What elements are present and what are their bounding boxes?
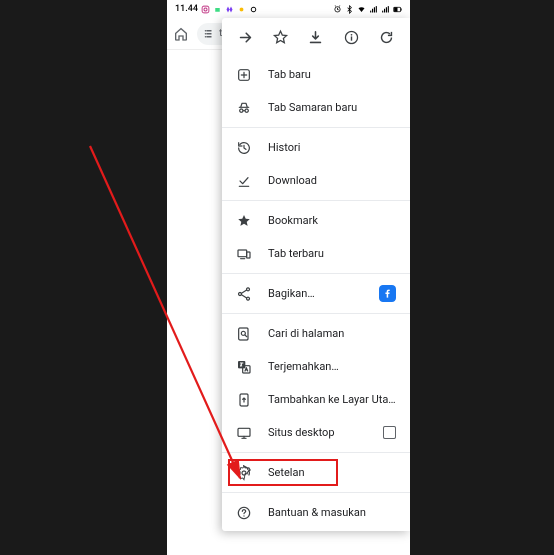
menu-item-label: Download [268, 174, 396, 187]
menu-separator [222, 273, 410, 274]
download-icon[interactable] [307, 29, 324, 46]
devices-icon [236, 246, 252, 262]
incognito-icon [236, 100, 252, 116]
menu-separator [222, 452, 410, 453]
menu-item-gear[interactable]: Setelan [222, 456, 410, 489]
overflow-menu: Tab baru Tab Samaran baru Histori Download B… [222, 18, 410, 531]
menu-item-label: Bantuan & masukan [268, 506, 396, 519]
info-icon[interactable] [343, 29, 360, 46]
menu-item-label: Tab baru [268, 68, 396, 81]
menu-top-row [222, 18, 410, 56]
menu-item-desktop[interactable]: Situs desktop [222, 416, 410, 449]
help-icon [236, 505, 252, 521]
plus-box-icon [236, 67, 252, 83]
menu-item-label: Terjemahkan… [268, 360, 396, 373]
desktop-icon [236, 425, 252, 441]
menu-separator [222, 313, 410, 314]
menu-item-download-done[interactable]: Download [222, 164, 410, 197]
menu-item-star-fill[interactable]: Bookmark [222, 204, 410, 237]
share-icon [236, 286, 252, 302]
phone-frame: 11.44 tei T [167, 0, 410, 555]
menu-item-label: Bookmark [268, 214, 396, 227]
menu-separator [222, 200, 410, 201]
gear-icon [236, 465, 252, 481]
home-icon[interactable] [173, 26, 189, 42]
find-icon [236, 326, 252, 342]
signal-icon-2 [381, 5, 390, 14]
menu-item-label: Bagikan… [268, 287, 363, 300]
site-settings-icon [203, 28, 215, 40]
status-right [333, 5, 402, 14]
star-icon[interactable] [272, 29, 289, 46]
menu-item-history[interactable]: Histori [222, 131, 410, 164]
app-icon [225, 5, 234, 14]
menu-item-label: Situs desktop [268, 426, 367, 439]
signal-icon [369, 5, 378, 14]
circle-icon [249, 5, 258, 14]
menu-item-translate[interactable]: Terjemahkan… [222, 350, 410, 383]
android-icon [213, 5, 222, 14]
status-left: 11.44 [175, 4, 258, 14]
status-time: 11.44 [175, 4, 198, 14]
history-icon [236, 140, 252, 156]
menu-item-label: Cari di halaman [268, 327, 396, 340]
alarm-icon [333, 5, 342, 14]
menu-item-label: Setelan [268, 466, 396, 479]
menu-item-incognito[interactable]: Tab Samaran baru [222, 91, 410, 124]
menu-item-label: Histori [268, 141, 396, 154]
add-home-icon [236, 392, 252, 408]
forward-icon[interactable] [237, 29, 254, 46]
menu-item-find[interactable]: Cari di halaman [222, 317, 410, 350]
desktop-site-checkbox[interactable] [383, 426, 396, 439]
menu-separator [222, 492, 410, 493]
menu-item-devices[interactable]: Tab terbaru [222, 237, 410, 270]
bluetooth-icon [345, 5, 354, 14]
facebook-icon[interactable] [379, 285, 396, 302]
menu-item-help[interactable]: Bantuan & masukan [222, 496, 410, 529]
download-done-icon [236, 173, 252, 189]
menu-item-add-home[interactable]: Tambahkan ke Layar Uta… [222, 383, 410, 416]
menu-item-plus-box[interactable]: Tab baru [222, 58, 410, 91]
translate-icon [236, 359, 252, 375]
menu-list: Tab baru Tab Samaran baru Histori Download B… [222, 56, 410, 531]
menu-separator [222, 127, 410, 128]
star-fill-icon [236, 213, 252, 229]
sun-icon [237, 5, 246, 14]
menu-item-label: Tab Samaran baru [268, 101, 396, 114]
menu-item-share[interactable]: Bagikan… [222, 277, 410, 310]
battery-icon [393, 5, 402, 14]
menu-item-label: Tambahkan ke Layar Uta… [268, 393, 396, 406]
menu-item-label: Tab terbaru [268, 247, 396, 260]
refresh-icon[interactable] [378, 29, 395, 46]
wifi-icon [357, 5, 366, 14]
status-bar: 11.44 [167, 0, 410, 18]
instagram-icon [201, 5, 210, 14]
